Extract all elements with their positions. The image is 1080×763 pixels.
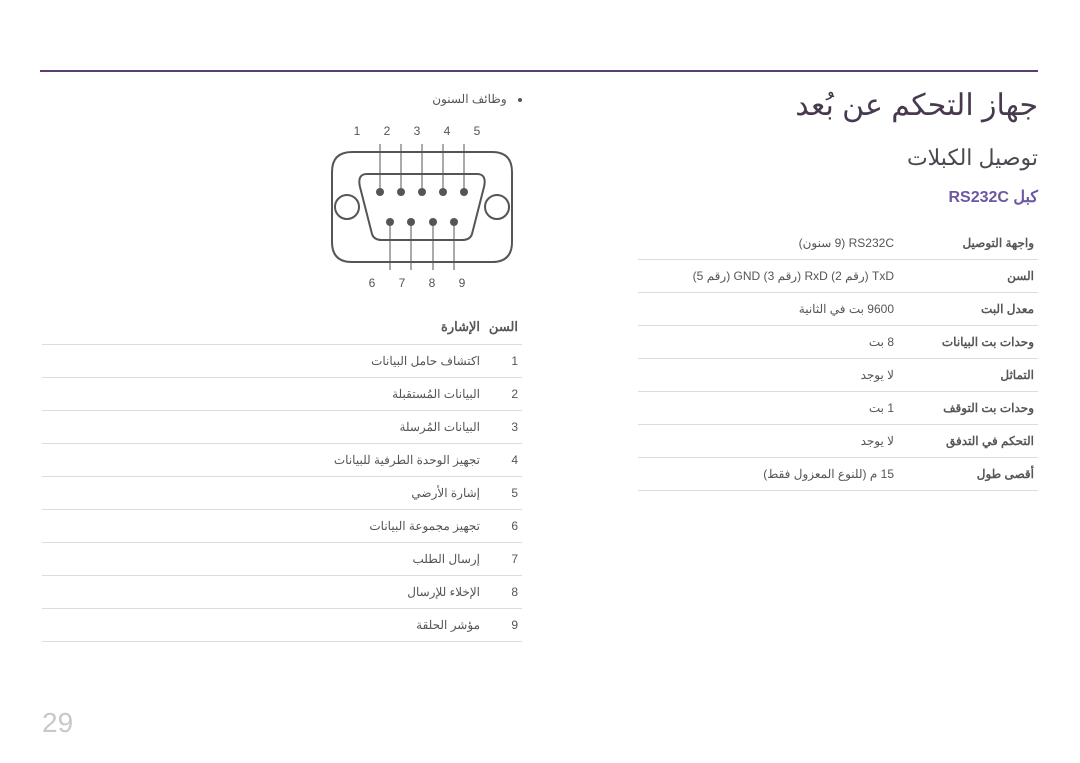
table-row: السنTxD (رقم 2) RxD (رقم 3) GND (رقم 5) bbox=[638, 260, 1038, 293]
pin-num: 2 bbox=[484, 378, 522, 411]
table-row: 9مؤشر الحلقة bbox=[42, 609, 522, 642]
pin-header-signal: الإشارة bbox=[42, 310, 484, 345]
pin-num: 3 bbox=[484, 411, 522, 444]
pin-signal: البيانات المُستقبلة bbox=[42, 378, 484, 411]
table-row: التماثللا يوجد bbox=[638, 359, 1038, 392]
table-row: 8الإخلاء للإرسال bbox=[42, 576, 522, 609]
pin-num: 1 bbox=[484, 345, 522, 378]
table-row: 3البيانات المُرسلة bbox=[42, 411, 522, 444]
manual-page: جهاز التحكم عن بُعد توصيل الكبلات كبل RS… bbox=[0, 0, 1080, 763]
pin-table: السن الإشارة 1اكتشاف حامل البيانات 2البي… bbox=[42, 310, 522, 642]
spec-value: لا يوجد bbox=[638, 425, 898, 458]
table-row: 6تجهيز مجموعة البيانات bbox=[42, 510, 522, 543]
pin-num: 4 bbox=[484, 444, 522, 477]
bullet-pin-functions: وظائف السنون bbox=[42, 92, 522, 106]
pin-signal: الإخلاء للإرسال bbox=[42, 576, 484, 609]
table-row: معدل البت9600 بت في الثانية bbox=[638, 293, 1038, 326]
spec-label: معدل البت bbox=[898, 293, 1038, 326]
spec-value: 1 بت bbox=[638, 392, 898, 425]
spec-label: وحدات بت التوقف bbox=[898, 392, 1038, 425]
table-row: واجهة التوصيلRS232C (9 سنون) bbox=[638, 227, 1038, 260]
table-row: وحدات بت البيانات8 بت bbox=[638, 326, 1038, 359]
table-row: التحكم في التدفقلا يوجد bbox=[638, 425, 1038, 458]
spec-value: 9600 بت في الثانية bbox=[638, 293, 898, 326]
pin-numbers-bottom: 6 7 8 9 bbox=[322, 276, 522, 290]
page-number: 29 bbox=[42, 707, 73, 739]
spec-value: لا يوجد bbox=[638, 359, 898, 392]
connector-diagram: 1 2 3 4 5 bbox=[322, 124, 522, 290]
table-row: 2البيانات المُستقبلة bbox=[42, 378, 522, 411]
spec-table: واجهة التوصيلRS232C (9 سنون) السنTxD (رق… bbox=[638, 227, 1038, 491]
table-row: وحدات بت التوقف1 بت bbox=[638, 392, 1038, 425]
pin-signal: اكتشاف حامل البيانات bbox=[42, 345, 484, 378]
table-row: 7إرسال الطلب bbox=[42, 543, 522, 576]
right-column: جهاز التحكم عن بُعد توصيل الكبلات كبل RS… bbox=[638, 88, 1038, 491]
pin-signal: تجهيز الوحدة الطرفية للبيانات bbox=[42, 444, 484, 477]
pin-signal: إرسال الطلب bbox=[42, 543, 484, 576]
db9-connector-icon bbox=[322, 142, 522, 272]
cable-model-label: كبل RS232C bbox=[638, 187, 1038, 207]
table-header-row: السن الإشارة bbox=[42, 310, 522, 345]
pin-signal: تجهيز مجموعة البيانات bbox=[42, 510, 484, 543]
section-subtitle: توصيل الكبلات bbox=[638, 145, 1038, 171]
table-row: أقصى طول15 م (للنوع المعزول فقط) bbox=[638, 458, 1038, 491]
pin-signal: إشارة الأرضي bbox=[42, 477, 484, 510]
spec-label: وحدات بت البيانات bbox=[898, 326, 1038, 359]
bullet-icon bbox=[518, 98, 522, 102]
pin-num: 7 bbox=[484, 543, 522, 576]
spec-value: 15 م (للنوع المعزول فقط) bbox=[638, 458, 898, 491]
spec-label: السن bbox=[898, 260, 1038, 293]
spec-label: أقصى طول bbox=[898, 458, 1038, 491]
pin-num: 9 bbox=[484, 609, 522, 642]
pin-signal: البيانات المُرسلة bbox=[42, 411, 484, 444]
top-accent-bar bbox=[40, 70, 1038, 72]
table-row: 4تجهيز الوحدة الطرفية للبيانات bbox=[42, 444, 522, 477]
pin-signal: مؤشر الحلقة bbox=[42, 609, 484, 642]
table-row: 5إشارة الأرضي bbox=[42, 477, 522, 510]
pin-header-num: السن bbox=[484, 310, 522, 345]
table-row: 1اكتشاف حامل البيانات bbox=[42, 345, 522, 378]
spec-value: RS232C (9 سنون) bbox=[638, 227, 898, 260]
spec-label: التحكم في التدفق bbox=[898, 425, 1038, 458]
pin-num: 8 bbox=[484, 576, 522, 609]
spec-label: واجهة التوصيل bbox=[898, 227, 1038, 260]
page-title: جهاز التحكم عن بُعد bbox=[638, 88, 1038, 123]
spec-value: 8 بت bbox=[638, 326, 898, 359]
pin-num: 5 bbox=[484, 477, 522, 510]
pin-num: 6 bbox=[484, 510, 522, 543]
left-column: وظائف السنون 1 2 3 4 5 bbox=[42, 88, 522, 642]
spec-value: TxD (رقم 2) RxD (رقم 3) GND (رقم 5) bbox=[638, 260, 898, 293]
bullet-label: وظائف السنون bbox=[432, 92, 506, 106]
spec-label: التماثل bbox=[898, 359, 1038, 392]
pin-numbers-top: 1 2 3 4 5 bbox=[322, 124, 522, 138]
